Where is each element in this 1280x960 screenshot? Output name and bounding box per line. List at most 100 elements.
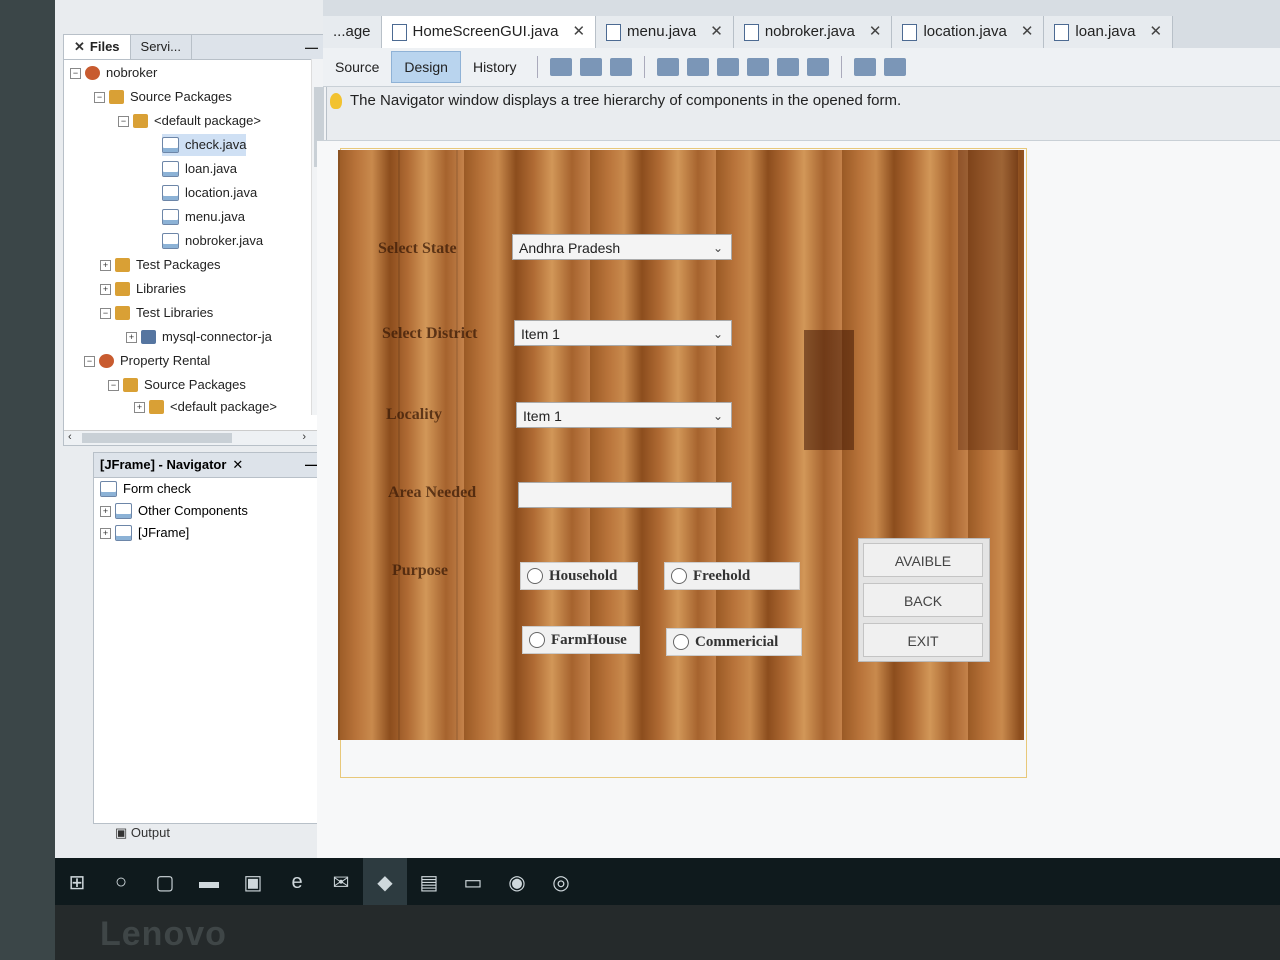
toolbar-separator — [840, 56, 842, 78]
chevron-down-icon: ⌄ — [712, 409, 723, 423]
selection-mode-icon[interactable] — [549, 58, 572, 76]
align-middle-icon[interactable] — [806, 58, 829, 76]
radio-farmhouse[interactable]: FarmHouse — [522, 626, 640, 654]
collapse-icon[interactable]: − — [108, 379, 119, 391]
align-left-icon[interactable] — [656, 58, 679, 76]
media-icon[interactable]: ◎ — [539, 858, 583, 906]
expand-icon[interactable]: + — [100, 259, 111, 271]
scroll-thumb[interactable] — [82, 433, 232, 443]
collapse-icon[interactable]: − — [94, 91, 105, 103]
minimize-icon[interactable]: — — [297, 40, 326, 55]
exit-button[interactable]: EXIT — [863, 623, 983, 657]
scroll-left-icon[interactable]: ‹ — [68, 431, 72, 443]
package-icon — [115, 306, 130, 320]
close-icon[interactable]: ✕ — [74, 39, 85, 54]
tab-nobroker[interactable]: nobroker.java ✕ — [733, 16, 893, 48]
radio-circle-icon — [527, 568, 543, 584]
align-right-icon[interactable] — [686, 58, 709, 76]
navigator-panel: [JFrame] - Navigator ✕ — Form check + Oth… — [93, 452, 327, 824]
close-tab-icon[interactable]: ✕ — [869, 16, 882, 48]
radio-commercial[interactable]: Commericial — [666, 628, 802, 656]
output-icon: ▣ — [115, 825, 131, 840]
tree-node-mysql-connector[interactable]: + mysql-connector-ja — [126, 326, 272, 348]
tree-node-nobroker[interactable]: − nobroker — [70, 62, 157, 84]
expand-icon[interactable]: + — [100, 527, 111, 539]
radio-freehold[interactable]: Freehold — [664, 562, 800, 590]
tree-node-test-libraries[interactable]: − Test Libraries — [100, 302, 213, 324]
navigator-item-jframe[interactable]: + [JFrame] — [94, 522, 326, 544]
close-tab-icon[interactable]: ✕ — [572, 16, 585, 48]
resize-vertical-icon[interactable] — [883, 58, 906, 76]
tab-history[interactable]: History — [461, 52, 529, 82]
notepad-icon[interactable]: ▤ — [407, 858, 451, 906]
tree-node-default-package[interactable]: − <default package> — [118, 110, 261, 132]
collapse-icon[interactable]: − — [118, 115, 129, 127]
back-button[interactable]: BACK — [863, 583, 983, 617]
close-tab-icon[interactable]: ✕ — [1021, 16, 1034, 48]
project-icon — [85, 66, 100, 80]
terminal-icon[interactable]: ▭ — [451, 858, 495, 906]
mail-icon[interactable]: ✉ — [319, 858, 363, 906]
tab-loan[interactable]: loan.java ✕ — [1044, 16, 1174, 48]
chrome-icon[interactable]: ◉ — [495, 858, 539, 906]
start-icon[interactable]: ⊞ — [55, 858, 99, 906]
netbeans-icon[interactable]: ◆ — [363, 858, 407, 906]
scroll-right-icon[interactable]: › — [302, 431, 306, 443]
collapse-icon[interactable]: − — [100, 307, 111, 319]
tree-horizontal-scrollbar[interactable]: ‹ › — [64, 430, 326, 445]
tree-node-source-packages[interactable]: − Source Packages — [94, 86, 232, 108]
package-icon — [123, 378, 138, 392]
tree-node-test-packages[interactable]: + Test Packages — [100, 254, 221, 276]
file-explorer-icon[interactable]: ▬ — [187, 858, 231, 906]
align-top-icon[interactable] — [746, 58, 769, 76]
radio-circle-icon — [671, 568, 687, 584]
tree-node-loan-java[interactable]: loan.java — [162, 158, 237, 180]
preview-design-icon[interactable] — [609, 58, 632, 76]
connection-mode-icon[interactable] — [579, 58, 602, 76]
tab-location[interactable]: location.java ✕ — [892, 16, 1045, 48]
close-tab-icon[interactable]: ✕ — [710, 16, 723, 48]
tree-node-location-java[interactable]: location.java — [162, 182, 257, 204]
collapse-icon[interactable]: − — [84, 355, 95, 367]
search-icon[interactable]: ○ — [99, 858, 143, 906]
tree-node-libraries[interactable]: + Libraries — [100, 278, 186, 300]
tree-node-default-package-2[interactable]: + <default package> — [134, 396, 277, 418]
java-file-icon — [1054, 23, 1070, 41]
tab-services[interactable]: Servi... — [131, 35, 192, 59]
tab-files[interactable]: ✕ Files — [64, 35, 131, 59]
state-combobox[interactable]: Andhra Pradesh ⌄ — [512, 234, 732, 260]
editor-tab-bar: ...age HomeScreenGUI.java ✕ menu.java ✕ no… — [323, 0, 1280, 49]
tree-node-property-rental[interactable]: − Property Rental — [84, 350, 210, 372]
tree-node-menu-java[interactable]: menu.java — [162, 206, 245, 228]
align-center-icon[interactable] — [716, 58, 739, 76]
edge-icon[interactable]: e — [275, 858, 319, 906]
tab-design[interactable]: Design — [391, 51, 461, 83]
tab-truncated[interactable]: ...age — [323, 16, 382, 48]
files-panel: ✕ Files Servi... — − nobroker − Source Pack… — [63, 34, 327, 446]
district-combobox[interactable]: Item 1 ⌄ — [514, 320, 732, 346]
tab-menu[interactable]: menu.java ✕ — [596, 16, 734, 48]
output-tab[interactable]: ▣ Output — [115, 820, 325, 846]
resize-horizontal-icon[interactable] — [853, 58, 876, 76]
close-tab-icon[interactable]: ✕ — [1149, 16, 1162, 48]
task-view-icon[interactable]: ▢ — [143, 858, 187, 906]
locality-combobox[interactable]: Item 1 ⌄ — [516, 402, 732, 428]
available-button[interactable]: AVAIBLE — [863, 543, 983, 577]
tree-node-source-packages-2[interactable]: − Source Packages — [108, 374, 246, 396]
close-icon[interactable]: ✕ — [232, 453, 243, 477]
collapse-icon[interactable]: − — [70, 67, 81, 79]
radio-household[interactable]: Household — [520, 562, 638, 590]
expand-icon[interactable]: + — [100, 505, 111, 517]
tree-node-check-java[interactable]: check.java — [162, 134, 247, 156]
navigator-item-other-components[interactable]: + Other Components — [94, 500, 326, 522]
tree-node-nobroker-java[interactable]: nobroker.java — [162, 230, 263, 252]
expand-icon[interactable]: + — [126, 331, 137, 343]
align-bottom-icon[interactable] — [776, 58, 799, 76]
expand-icon[interactable]: + — [100, 283, 111, 295]
tab-homescreengui[interactable]: HomeScreenGUI.java ✕ — [381, 16, 597, 48]
tab-source[interactable]: Source — [323, 52, 391, 82]
store-icon[interactable]: ▣ — [231, 858, 275, 906]
expand-icon[interactable]: + — [134, 401, 145, 413]
area-needed-field[interactable] — [518, 482, 732, 508]
navigator-item-form[interactable]: Form check — [94, 478, 326, 500]
